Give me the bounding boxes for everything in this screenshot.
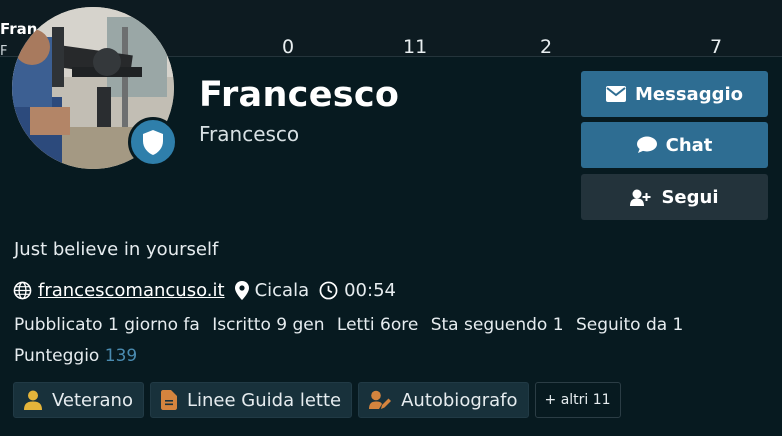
badge-list: Veterano Linee Guida lette Autobiografo … [13, 382, 621, 418]
user-icon [24, 390, 42, 410]
message-button[interactable]: Messaggio [581, 71, 768, 117]
chat-button[interactable]: Chat [581, 122, 768, 168]
stat-following[interactable]: Sta seguendo 1 [431, 315, 564, 335]
score-row: Punteggio 139 [14, 346, 137, 366]
stat-read: Letti 6ore [336, 315, 419, 335]
document-icon [160, 390, 177, 410]
message-button-label: Messaggio [635, 83, 743, 105]
shield-icon [128, 117, 178, 167]
website-link[interactable]: francescomancuso.it [38, 280, 225, 301]
stat-followed[interactable]: Seguito da 1 [576, 315, 683, 335]
location-pin-icon [234, 280, 249, 300]
stat-count: 0 [282, 36, 295, 58]
display-name: Francesco [199, 75, 400, 115]
follow-button-label: Segui [661, 186, 719, 208]
envelope-icon [606, 86, 626, 102]
badge-label: Autobiografo [401, 389, 518, 411]
more-badges-button[interactable]: + altri 11 [534, 382, 621, 418]
clock-icon [319, 281, 338, 299]
follow-button[interactable]: Segui [581, 174, 768, 220]
stat-count: 7 [710, 36, 723, 58]
score-label: Punteggio [14, 346, 100, 366]
user-plus-icon [630, 189, 651, 206]
score-value[interactable]: 139 [105, 346, 137, 366]
username: Francesco [199, 122, 300, 146]
chat-bubble-icon [636, 136, 657, 153]
activity-stats: Pubblicato 1 giorno fa Iscritto 9 gen Le… [14, 315, 690, 335]
badge-veterano[interactable]: Veterano [13, 382, 144, 418]
badge-linee-guida[interactable]: Linee Guida lette [149, 382, 353, 418]
profile-info-row: francescomancuso.it Cicala 00:54 [13, 278, 406, 302]
stat-count: 11 [403, 36, 428, 58]
stat-joined: Iscritto 9 gen [212, 315, 325, 335]
user-profile-page: Fran F 0 11 2 7 Francesco Francesco Mess… [0, 0, 782, 436]
user-edit-icon [369, 390, 392, 409]
location-text: Cicala [254, 279, 310, 301]
user-motto: Just believe in yourself [14, 239, 219, 260]
local-time-text: 00:54 [344, 279, 396, 301]
stat-posted: Pubblicato 1 giorno fa [14, 315, 200, 335]
badge-autobiografo[interactable]: Autobiografo [358, 382, 529, 418]
badge-label: Veterano [52, 389, 133, 411]
globe-icon [13, 281, 32, 299]
chat-button-label: Chat [665, 134, 713, 156]
badge-label: Linee Guida lette [186, 389, 342, 411]
stat-count: 2 [540, 36, 553, 58]
